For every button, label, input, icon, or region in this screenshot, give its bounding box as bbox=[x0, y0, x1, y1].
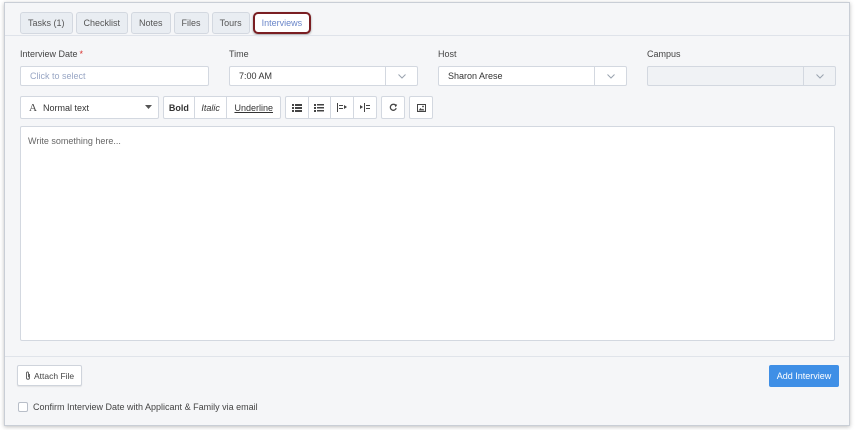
interview-date-label: Interview Date * bbox=[20, 49, 83, 59]
confirm-email-option: Confirm Interview Date with Applicant & … bbox=[18, 402, 258, 412]
chevron-down-icon[interactable] bbox=[594, 67, 626, 85]
interview-panel: Tasks (1) Checklist Notes Files Tours In… bbox=[4, 2, 850, 426]
redo-icon[interactable] bbox=[382, 97, 404, 118]
tab-checklist[interactable]: Checklist bbox=[75, 12, 129, 34]
interview-date-field[interactable]: Click to select bbox=[20, 66, 209, 86]
add-interview-button[interactable]: Add Interview bbox=[769, 365, 839, 387]
tab-divider bbox=[5, 35, 849, 36]
caret-down-icon bbox=[145, 105, 152, 110]
time-select[interactable]: 7:00 AM bbox=[229, 66, 418, 86]
host-select[interactable]: Sharon Arese bbox=[438, 66, 627, 86]
redo-button[interactable] bbox=[381, 96, 405, 119]
tab-tours[interactable]: Tours bbox=[211, 12, 250, 34]
image-icon[interactable] bbox=[410, 97, 432, 118]
insert-image-button[interactable] bbox=[409, 96, 433, 119]
attach-file-label: Attach File bbox=[34, 370, 75, 381]
host-value: Sharon Arese bbox=[448, 71, 503, 81]
list-group bbox=[285, 96, 377, 119]
italic-button[interactable]: Italic bbox=[195, 97, 228, 118]
required-mark: * bbox=[79, 49, 84, 59]
unordered-list-icon[interactable] bbox=[286, 97, 309, 118]
campus-label: Campus bbox=[647, 49, 681, 59]
host-label: Host bbox=[438, 49, 457, 59]
notes-editor[interactable]: Write something here... bbox=[20, 126, 835, 341]
chevron-down-icon[interactable] bbox=[385, 67, 417, 85]
confirm-email-label: Confirm Interview Date with Applicant & … bbox=[33, 402, 258, 412]
confirm-email-checkbox[interactable] bbox=[18, 402, 28, 412]
editor-placeholder: Write something here... bbox=[28, 136, 121, 146]
interview-date-placeholder: Click to select bbox=[30, 71, 86, 81]
font-icon: A bbox=[29, 101, 37, 114]
time-value: 7:00 AM bbox=[239, 71, 273, 81]
text-style-dropdown[interactable]: A Normal text bbox=[20, 96, 159, 119]
tab-files[interactable]: Files bbox=[173, 12, 209, 34]
bold-button[interactable]: Bold bbox=[164, 97, 195, 118]
paperclip-icon bbox=[25, 371, 31, 380]
underline-button[interactable]: Underline bbox=[227, 97, 280, 118]
campus-select[interactable] bbox=[647, 66, 836, 86]
indent-icon[interactable] bbox=[354, 97, 376, 118]
interview-date-label-text: Interview Date bbox=[20, 49, 78, 59]
outdent-icon[interactable] bbox=[331, 97, 354, 118]
ordered-list-icon[interactable] bbox=[309, 97, 331, 118]
tab-bar: Tasks (1) Checklist Notes Files Tours In… bbox=[20, 12, 312, 34]
text-style-value: Normal text bbox=[42, 102, 89, 113]
tab-interviews[interactable]: Interviews bbox=[252, 12, 312, 34]
time-label: Time bbox=[229, 49, 249, 59]
tab-notes[interactable]: Notes bbox=[131, 12, 171, 34]
attach-file-button[interactable]: Attach File bbox=[17, 365, 83, 386]
format-group: Bold Italic Underline bbox=[163, 96, 281, 119]
chevron-down-icon[interactable] bbox=[803, 67, 835, 85]
tab-tasks[interactable]: Tasks (1) bbox=[20, 12, 73, 34]
footer-divider bbox=[5, 356, 849, 357]
